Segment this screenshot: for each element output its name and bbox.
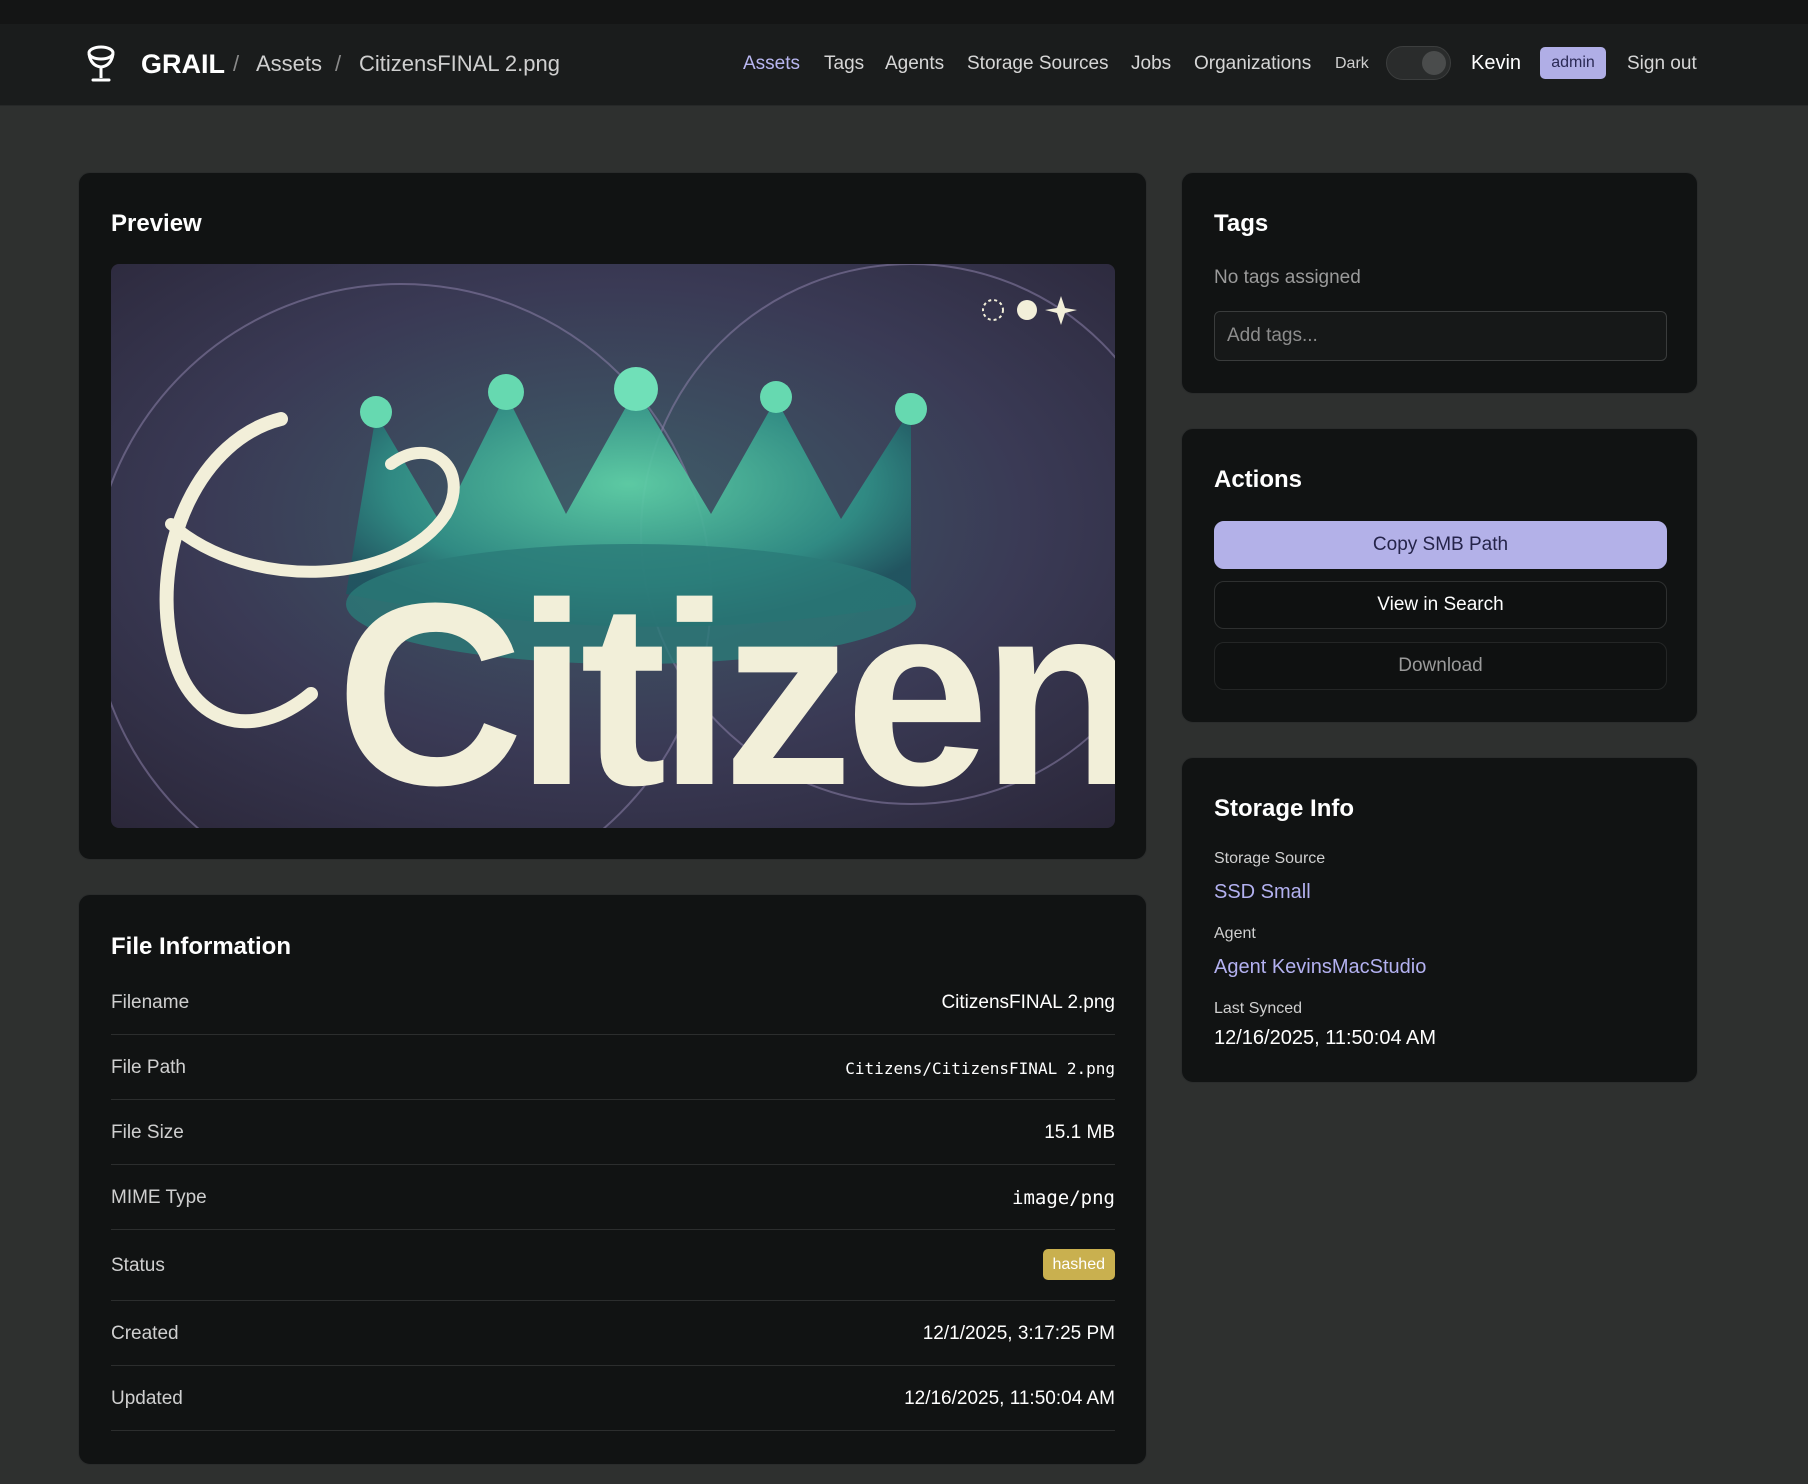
app-name[interactable]: GRAIL (141, 49, 225, 80)
info-row-updated: Updated 12/16/2025, 11:50:04 AM (111, 1367, 1115, 1431)
copy-smb-path-button[interactable]: Copy SMB Path (1214, 521, 1667, 569)
file-information-card: File Information Filename CitizensFINAL … (78, 894, 1147, 1465)
info-label: File Path (111, 1057, 186, 1078)
info-label: File Size (111, 1122, 184, 1143)
toggle-knob (1422, 51, 1446, 75)
preview-title: Preview (111, 210, 202, 237)
info-row-mime-type: MIME Type image/png (111, 1166, 1115, 1230)
breadcrumb-separator: / (233, 51, 240, 76)
nav-jobs[interactable]: Jobs (1131, 53, 1171, 75)
theme-label: Dark (1335, 55, 1369, 72)
nav-assets[interactable]: Assets (743, 53, 800, 75)
filename-value: CitizensFINAL 2.png (941, 992, 1115, 1013)
breadcrumb-current-file: CitizensFINAL 2.png (359, 51, 560, 76)
top-navbar: GRAIL / Assets / CitizensFINAL 2.png Ass… (0, 24, 1808, 106)
user-name: Kevin (1471, 52, 1522, 74)
storage-info-title: Storage Info (1214, 795, 1355, 822)
nav-agents[interactable]: Agents (885, 53, 944, 75)
view-in-search-button[interactable]: View in Search (1214, 581, 1667, 629)
window-top-strip (0, 0, 1808, 24)
dark-mode-toggle[interactable] (1386, 46, 1451, 80)
info-label: Created (111, 1323, 179, 1344)
add-tags-input[interactable] (1214, 311, 1667, 361)
tags-title: Tags (1214, 210, 1269, 237)
info-label: Status (111, 1255, 165, 1276)
info-row-file-path: File Path Citizens/CitizensFINAL 2.png (111, 1036, 1115, 1100)
info-label: MIME Type (111, 1187, 207, 1208)
nav-organizations[interactable]: Organizations (1194, 53, 1311, 75)
updated-value: 12/16/2025, 11:50:04 AM (904, 1388, 1115, 1409)
info-row-filename: Filename CitizensFINAL 2.png (111, 971, 1115, 1035)
file-size-value: 15.1 MB (1044, 1122, 1115, 1143)
sign-out-link[interactable]: Sign out (1627, 53, 1697, 75)
nav-storage-sources[interactable]: Storage Sources (967, 53, 1109, 75)
chalice-icon[interactable] (84, 44, 118, 84)
storage-source-label: Storage Source (1214, 850, 1326, 867)
nav-tags[interactable]: Tags (824, 53, 864, 75)
info-row-file-size: File Size 15.1 MB (111, 1101, 1115, 1165)
info-row-status: Status hashed (111, 1231, 1115, 1301)
created-value: 12/1/2025, 3:17:25 PM (922, 1323, 1115, 1344)
agent-link[interactable]: Agent KevinsMacStudio (1214, 956, 1426, 979)
file-path-value: Citizens/CitizensFINAL 2.png (845, 1059, 1115, 1078)
no-tags-text: No tags assigned (1214, 267, 1361, 288)
download-button[interactable]: Download (1214, 642, 1667, 690)
asset-preview-image[interactable]: Citizens (111, 264, 1115, 828)
actions-title: Actions (1214, 466, 1303, 493)
storage-info-card: Storage Info Storage Source SSD Small Ag… (1181, 757, 1698, 1083)
storage-source-link[interactable]: SSD Small (1214, 881, 1311, 904)
file-information-title: File Information (111, 933, 291, 960)
actions-card: Actions Copy SMB Path View in Search Dow… (1181, 428, 1698, 723)
preview-wordmark: Citizens (336, 550, 1115, 828)
tags-card: Tags No tags assigned (1181, 172, 1698, 394)
info-label: Updated (111, 1388, 183, 1409)
breadcrumb-separator: / (335, 51, 342, 76)
status-badge: hashed (1042, 1249, 1115, 1280)
mime-type-value: image/png (1012, 1187, 1115, 1209)
info-label: Filename (111, 992, 190, 1013)
role-badge: admin (1540, 47, 1606, 79)
preview-artwork: Citizens (111, 264, 1115, 828)
agent-label: Agent (1214, 925, 1256, 942)
breadcrumb-assets-link[interactable]: Assets (256, 51, 322, 77)
last-synced-label: Last Synced (1214, 1000, 1303, 1017)
preview-card: Preview Citizen (78, 172, 1147, 860)
info-row-created: Created 12/1/2025, 3:17:25 PM (111, 1302, 1115, 1366)
last-synced-value: 12/16/2025, 11:50:04 AM (1214, 1027, 1437, 1049)
